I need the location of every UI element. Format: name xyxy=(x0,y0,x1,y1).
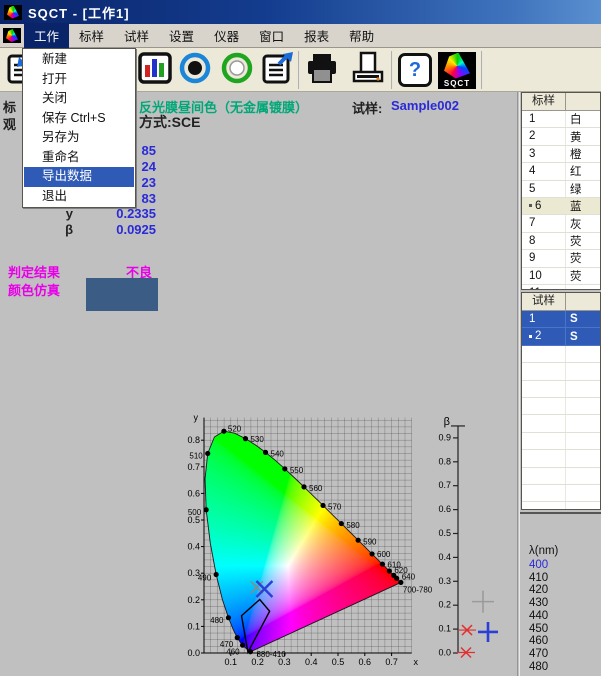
measure-sample-icon xyxy=(219,50,255,91)
table-row-empty xyxy=(522,398,600,415)
help-icon: ? xyxy=(398,53,432,87)
toolbar-separator xyxy=(391,51,393,89)
table-row[interactable]: 5绿 xyxy=(522,181,600,198)
measure-sample-button[interactable] xyxy=(218,51,256,89)
wavelength-header: λ(nm) xyxy=(529,545,558,557)
wavelength-list: 400 410 420 430 440 450 460 470 480 xyxy=(529,559,548,673)
table-row-empty xyxy=(522,415,600,432)
print-button[interactable] xyxy=(303,51,341,89)
wavelength-value: 470 xyxy=(529,648,548,661)
menu-item-exit[interactable]: 退出 xyxy=(24,187,134,207)
table-row-selected-current[interactable]: 2S xyxy=(522,328,600,345)
table-row[interactable]: 11 xyxy=(522,285,600,290)
measurement-mode: 方式:SCE xyxy=(139,112,200,132)
menu-item-help[interactable]: 帮助 xyxy=(339,23,384,48)
window-title: SQCT - [工作1] xyxy=(28,3,130,22)
wavelength-value: 450 xyxy=(529,623,548,636)
standard-table: 标样 1白 2黄 3橙 4红 5绿 6蓝 7灰 8荧 9荧 10荧 11 xyxy=(521,92,601,290)
value-y: 0.2335 xyxy=(83,206,156,221)
toolbar-separator xyxy=(481,51,483,89)
table-row[interactable]: 9荧 xyxy=(522,250,600,267)
table-row[interactable]: 4红 xyxy=(522,163,600,180)
color-simulation-swatch xyxy=(86,278,158,311)
judgment-label: 判定结果 xyxy=(8,262,60,281)
work-dropdown-menu: 新建 打开 关闭 保存 Ctrl+S 另存为 重命名 导出数据 退出 xyxy=(22,48,136,208)
wavelength-value: 430 xyxy=(529,597,548,610)
menu-item-sample[interactable]: 试样 xyxy=(114,23,159,48)
print-preview-button[interactable] xyxy=(349,51,387,89)
about-sqct-button[interactable]: SQCT xyxy=(438,51,476,89)
wavelength-value: 420 xyxy=(529,584,548,597)
sample-label: 试样: xyxy=(352,98,382,117)
menu-item-rename[interactable]: 重命名 xyxy=(24,148,134,168)
wavelength-value: 410 xyxy=(529,572,548,585)
wavelength-value: 400 xyxy=(529,559,548,572)
chart-view-button[interactable] xyxy=(136,51,174,89)
wavelength-panel: λ(nm) 400 410 420 430 440 450 460 470 48… xyxy=(520,512,601,676)
wavelength-value: 460 xyxy=(529,635,548,648)
menu-item-work[interactable]: 工作 xyxy=(24,23,69,48)
table-row-empty xyxy=(522,381,600,398)
wavelength-value: 440 xyxy=(529,610,548,623)
table-row-current[interactable]: 6蓝 xyxy=(522,198,600,215)
help-button[interactable]: ? xyxy=(396,51,434,89)
bar-chart-icon xyxy=(137,50,173,91)
toolbar-separator xyxy=(298,51,300,89)
menu-item-new[interactable]: 新建 xyxy=(24,50,134,70)
table-row-empty xyxy=(522,502,600,510)
color-simulation-label: 颜色仿真 xyxy=(8,280,60,299)
menu-bar: 工作 标样 试样 设置 仪器 窗口 报表 帮助 xyxy=(0,24,601,48)
title-bar[interactable]: SQCT - [工作1] xyxy=(0,0,601,24)
menu-item-standard[interactable]: 标样 xyxy=(69,23,114,48)
menu-item-open[interactable]: 打开 xyxy=(24,70,134,90)
measure-standard-button[interactable] xyxy=(176,51,214,89)
menu-item-close[interactable]: 关闭 xyxy=(24,89,134,109)
table-row[interactable]: 2黄 xyxy=(522,128,600,145)
app-logo-icon xyxy=(4,5,22,20)
table-row[interactable]: 1白 xyxy=(522,111,600,128)
table-row-empty xyxy=(522,450,600,467)
menu-item-save[interactable]: 保存 Ctrl+S xyxy=(24,109,134,129)
table-row-empty xyxy=(522,363,600,380)
document-system-icon[interactable] xyxy=(3,28,21,43)
menu-item-report[interactable]: 报表 xyxy=(294,23,339,48)
value-label-y: y xyxy=(39,206,73,221)
menu-item-instrument[interactable]: 仪器 xyxy=(204,23,249,48)
table-row-empty xyxy=(522,346,600,363)
table-row[interactable]: 7灰 xyxy=(522,215,600,232)
menu-item-window[interactable]: 窗口 xyxy=(249,23,294,48)
menu-item-settings[interactable]: 设置 xyxy=(159,23,204,48)
export-report-icon xyxy=(259,50,295,91)
table-row-selected[interactable]: 1S xyxy=(522,311,600,328)
print-preview-icon xyxy=(350,50,386,91)
wavelength-value: 480 xyxy=(529,661,548,674)
menu-item-save-as[interactable]: 另存为 xyxy=(24,128,134,148)
observer-label-fragment: 观 xyxy=(3,114,16,133)
sqct-logo-icon: SQCT xyxy=(438,52,476,89)
export-report-button[interactable] xyxy=(258,51,296,89)
table-row[interactable]: 3橙 xyxy=(522,146,600,163)
sample-name: Sample002 xyxy=(391,98,459,113)
sample-table: 试样 1S 2S xyxy=(521,292,601,510)
chromaticity-chart xyxy=(180,405,510,676)
table-row[interactable]: 10荧 xyxy=(522,268,600,285)
table-row-empty xyxy=(522,485,600,502)
app-window: { "window": {"title": "SQCT - [工作1]"}, "… xyxy=(0,0,601,676)
table-row-empty xyxy=(522,433,600,450)
menu-item-export-data[interactable]: 导出数据 xyxy=(24,167,134,187)
right-panel: 标样 1白 2黄 3橙 4红 5绿 6蓝 7灰 8荧 9荧 10荧 11 试样 … xyxy=(520,92,601,676)
value-beta: 0.0925 xyxy=(83,222,156,237)
measure-standard-icon xyxy=(177,50,213,91)
sample-table-header: 试样 xyxy=(522,293,600,311)
table-row-empty xyxy=(522,468,600,485)
value-label-beta: β xyxy=(39,222,73,237)
printer-icon xyxy=(304,50,340,91)
standard-table-header: 标样 xyxy=(522,93,600,111)
table-row[interactable]: 8荧 xyxy=(522,233,600,250)
